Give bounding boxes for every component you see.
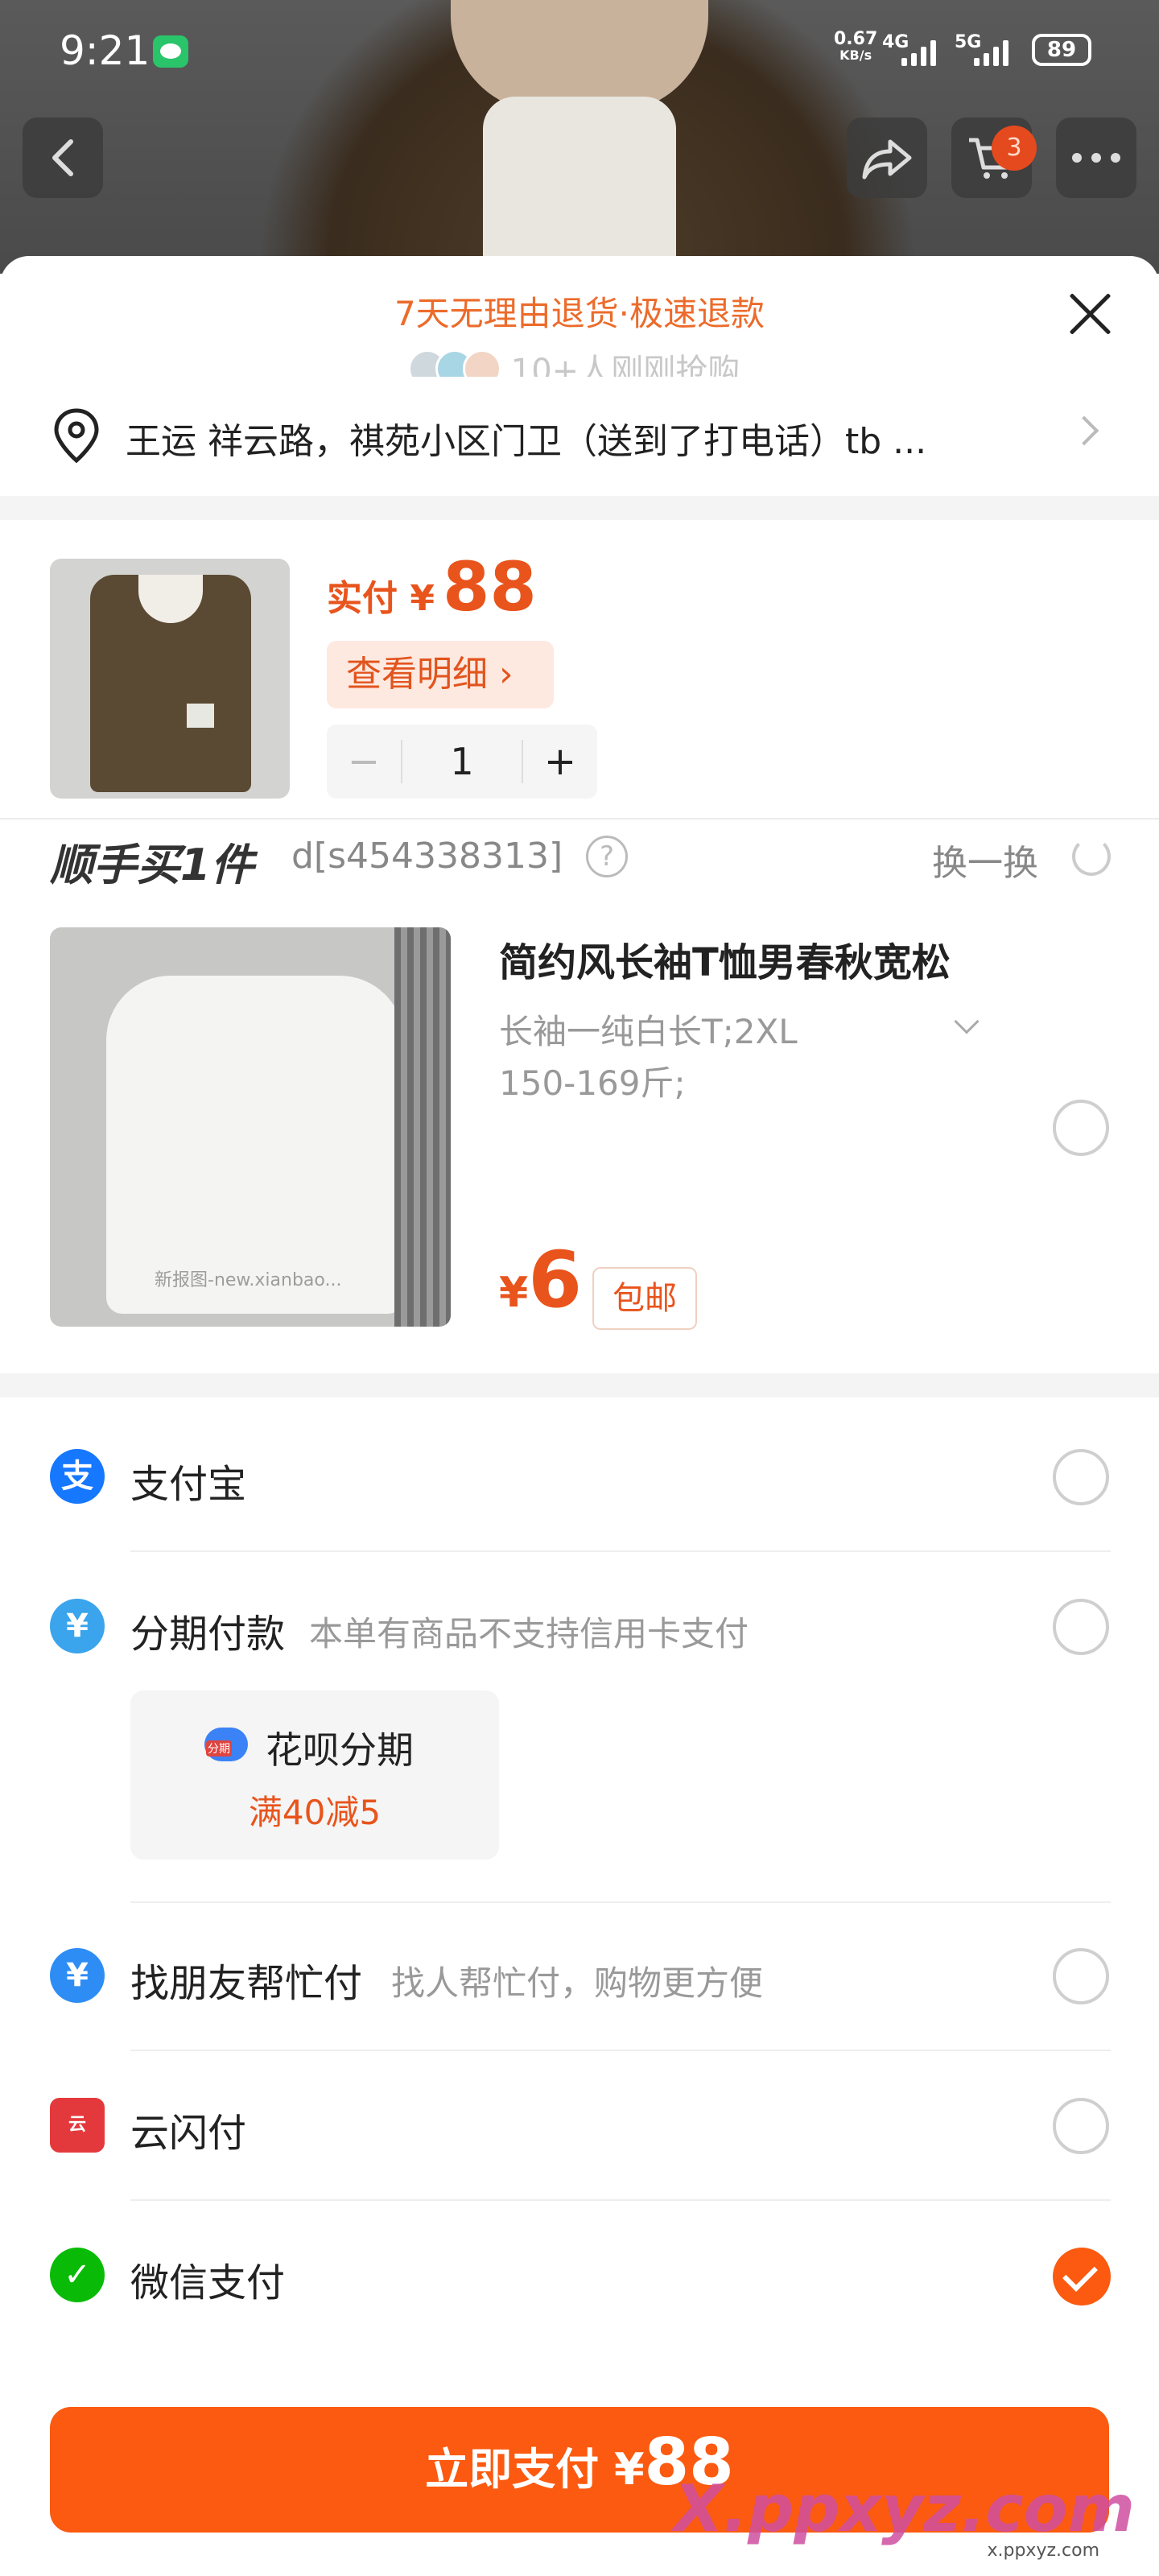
network-speed: 0.67 KB/s xyxy=(834,31,877,63)
swap-button[interactable]: 换一换 xyxy=(932,834,1038,886)
decrease-button[interactable]: − xyxy=(327,739,401,784)
cart-button[interactable]: 3 xyxy=(951,118,1037,198)
speed-value: 0.67 xyxy=(834,29,878,49)
addon-product-name[interactable]: 简约风长袖T恤男春秋宽松 xyxy=(499,931,951,987)
alipay-radio[interactable] xyxy=(1053,1449,1109,1505)
payment-desc: 本单有商品不支持信用卡支付 xyxy=(309,1614,749,1653)
price-symbol: ¥ xyxy=(499,1269,529,1317)
pay-label: 实付 ¥ xyxy=(327,578,435,619)
signal-bars-5g-icon xyxy=(974,39,1008,66)
back-button[interactable] xyxy=(23,118,103,198)
section-divider xyxy=(0,1373,1159,1397)
wechat-pay-radio-checked[interactable] xyxy=(1053,2248,1111,2306)
buyer-avatars xyxy=(407,349,501,377)
white-tee-shape xyxy=(106,976,404,1314)
payment-name: 支付宝 xyxy=(130,1462,247,1507)
window-blinds xyxy=(394,927,451,1327)
help-icon[interactable]: ? xyxy=(586,836,628,877)
unionpay-icon: 云 xyxy=(50,2098,105,2153)
chevron-right-icon xyxy=(1069,415,1099,446)
friend-pay-icon: ¥ xyxy=(50,1948,105,2003)
recent-buyers: 10+人刚刚抢购 xyxy=(0,345,1159,377)
payment-name: 找朋友帮忙付 xyxy=(130,1961,363,2006)
refresh-icon[interactable] xyxy=(1072,837,1111,876)
divider xyxy=(130,1550,1111,1552)
addon-price: ¥6 xyxy=(499,1235,582,1325)
address-row[interactable]: 王运 祥云路，祺苑小区门卫（送到了打电话）tb ... xyxy=(0,390,1159,478)
wechat-pay-icon: ✓ xyxy=(50,2248,105,2302)
more-button[interactable] xyxy=(1056,118,1136,198)
unionpay-radio[interactable] xyxy=(1053,2098,1109,2154)
huabei-icon xyxy=(204,1728,248,1761)
location-pin-icon xyxy=(54,408,99,464)
increase-button[interactable]: + xyxy=(523,739,597,784)
share-button[interactable] xyxy=(847,118,927,198)
section-divider xyxy=(0,496,1159,520)
payment-name: 微信支付 xyxy=(130,2260,286,2306)
addon-spec-line2[interactable]: 150-169斤; xyxy=(499,1056,686,1105)
speed-unit: KB/s xyxy=(839,47,872,63)
huabei-name: 花呗分期 xyxy=(266,1728,414,1772)
more-icon xyxy=(1072,153,1120,163)
chevron-left-icon xyxy=(52,139,73,176)
site-watermark: X.ppxyz.com xyxy=(673,2471,1135,2546)
payment-name: 云闪付 xyxy=(130,2111,247,2156)
actual-payment: 实付 ¥88 xyxy=(327,547,537,626)
divider xyxy=(130,2050,1111,2051)
addon-product-image[interactable]: 新报图-new.xianbao... xyxy=(50,927,451,1327)
addon-spec-line1[interactable]: 长袖一纯白长T;2XL xyxy=(499,1005,798,1054)
status-bar: 9:21 0.67 KB/s 4G 5G 89 xyxy=(0,0,1159,105)
cart-badge: 3 xyxy=(992,126,1037,171)
free-shipping-badge: 包邮 xyxy=(592,1267,697,1330)
huabei-promo: 满40减5 xyxy=(248,1793,382,1832)
wechat-notification-icon xyxy=(153,35,188,68)
divider xyxy=(130,1901,1111,1903)
share-icon xyxy=(862,139,912,180)
quantity-value[interactable]: 1 xyxy=(401,740,523,783)
image-watermark: 新报图-new.xianbao... xyxy=(155,1270,342,1290)
addon-code: d[s454338313] xyxy=(291,836,563,877)
installment-icon: ¥ xyxy=(50,1599,105,1653)
installment-radio[interactable] xyxy=(1053,1599,1109,1655)
pay-button-label: 立即支付 ¥ xyxy=(425,2444,645,2495)
site-watermark-small: x.ppxyz.com xyxy=(987,2541,1099,2561)
addon-title: 顺手买1件 xyxy=(50,840,254,890)
product-thumbnail[interactable] xyxy=(50,559,290,799)
avatar xyxy=(462,349,501,377)
status-time: 9:21 xyxy=(60,27,151,74)
quantity-stepper: − 1 + xyxy=(327,724,597,799)
model-shirt xyxy=(483,97,676,274)
close-icon[interactable] xyxy=(1066,290,1114,338)
return-policy-banner: 7天无理由退货·极速退款 xyxy=(394,294,765,333)
payment-desc: 找人帮忙付，购物更方便 xyxy=(391,1963,764,2003)
huabei-option[interactable]: 花呗分期 满40减5 xyxy=(130,1690,499,1860)
payment-name: 分期付款 xyxy=(130,1612,286,1657)
divider xyxy=(130,2199,1111,2201)
addon-select-radio[interactable] xyxy=(1053,1100,1109,1156)
alipay-icon: 支 xyxy=(50,1449,105,1504)
view-details-button[interactable]: 查看明细 › xyxy=(327,641,554,708)
signal-bars-4g-icon xyxy=(901,39,936,66)
recent-buyers-text: 10+人刚刚抢购 xyxy=(510,353,740,377)
jacket-label xyxy=(187,704,214,728)
battery-indicator: 89 xyxy=(1032,34,1091,66)
friend-pay-radio[interactable] xyxy=(1053,1948,1109,2004)
pay-amount: 88 xyxy=(442,547,537,626)
price-value: 6 xyxy=(528,1235,582,1325)
divider xyxy=(0,818,1159,819)
address-text: 王运 祥云路，祺苑小区门卫（送到了打电话）tb ... xyxy=(126,421,927,462)
